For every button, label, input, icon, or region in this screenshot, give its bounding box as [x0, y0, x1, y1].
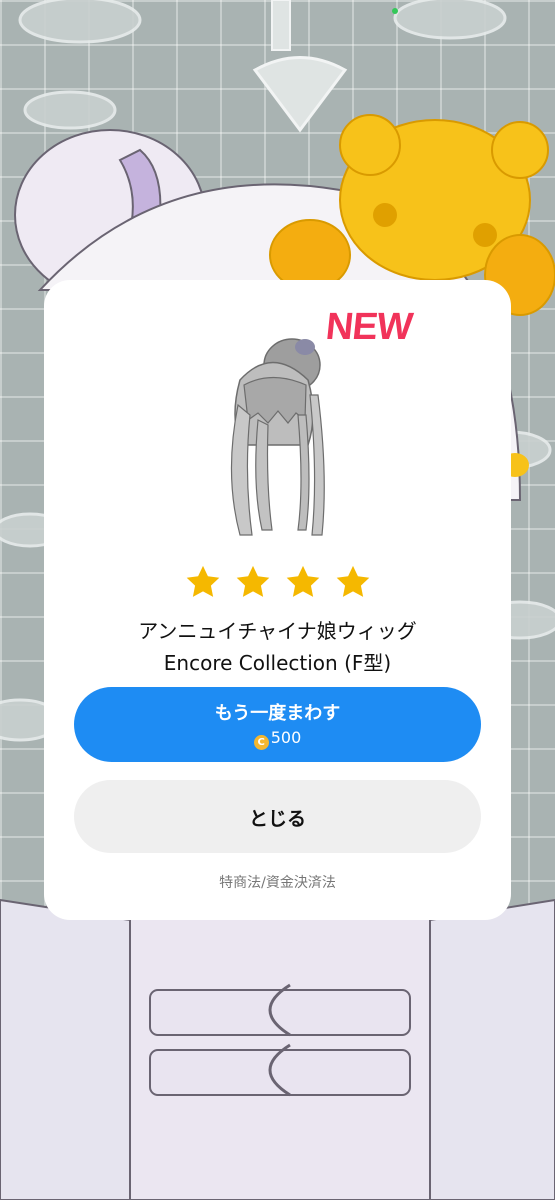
star-icon — [186, 565, 219, 597]
star-icon — [336, 565, 369, 597]
spin-cost: C 500 — [74, 728, 481, 750]
star-icon — [236, 565, 269, 597]
legal-notice-link[interactable]: 特商法/資金決済法 — [44, 872, 511, 892]
gacha-result-dialog: NEW アンニュイチャイナ娘ウィッグ Encore Collection (F型… — [44, 280, 511, 920]
spin-again-label: もう一度まわす — [214, 703, 341, 724]
coin-icon: C — [253, 735, 269, 750]
star-icon — [286, 565, 319, 597]
rating-stars — [44, 563, 511, 603]
item-name: アンニュイチャイナ娘ウィッグ — [138, 619, 417, 643]
close-button[interactable]: とじる — [74, 780, 481, 853]
wig-item-image — [230, 338, 325, 536]
spin-cost-value: 500 — [270, 728, 302, 747]
spin-again-button[interactable]: もう一度まわす C 500 — [74, 687, 481, 762]
item-collection: Encore Collection (F型) — [163, 651, 392, 675]
close-label: とじる — [248, 808, 306, 830]
status-indicator-dot — [392, 8, 398, 14]
